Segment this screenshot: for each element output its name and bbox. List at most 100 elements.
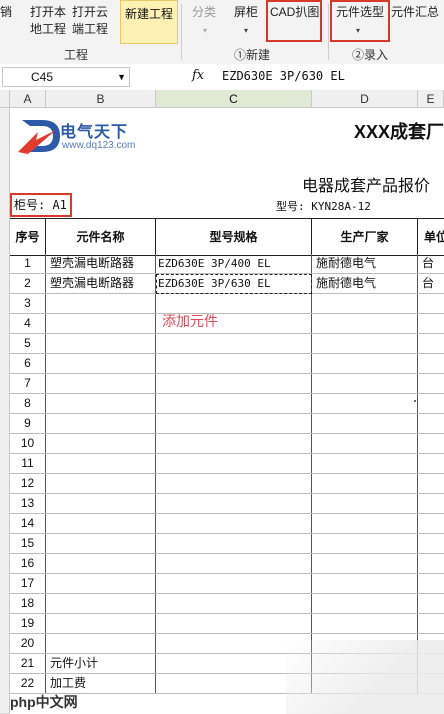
row-number[interactable]: 7 [10, 374, 46, 393]
component-unit[interactable] [418, 534, 444, 553]
row-number[interactable]: 16 [10, 554, 46, 573]
ribbon-button-partial[interactable]: 销 [0, 4, 12, 21]
column-header-a[interactable]: A [10, 90, 46, 108]
row-number[interactable]: 18 [10, 594, 46, 613]
component-name[interactable]: 元件小计 [46, 654, 156, 673]
row-number[interactable]: 3 [10, 294, 46, 313]
component-unit[interactable] [418, 434, 444, 453]
row-number[interactable]: 11 [10, 454, 46, 473]
component-spec[interactable] [156, 414, 312, 433]
row-number[interactable]: 4 [10, 314, 46, 333]
component-unit[interactable]: 台 [418, 274, 444, 293]
row-number[interactable]: 21 [10, 654, 46, 673]
component-unit[interactable] [418, 294, 444, 313]
component-name[interactable] [46, 514, 156, 533]
header-spec[interactable]: 型号规格 [156, 219, 312, 255]
row-number[interactable]: 10 [10, 434, 46, 453]
row-number[interactable]: 9 [10, 414, 46, 433]
component-name[interactable] [46, 354, 156, 373]
component-unit[interactable] [418, 594, 444, 613]
component-maker[interactable] [312, 354, 418, 373]
open-local-project-button[interactable]: 打开本 地工程 [30, 4, 66, 38]
name-box[interactable]: C45 ▼ [2, 67, 130, 87]
component-name[interactable]: 加工费 [46, 674, 156, 693]
component-spec[interactable]: EZD630E 3P/400 EL [156, 254, 312, 273]
row-number[interactable]: 13 [10, 494, 46, 513]
component-spec[interactable] [156, 614, 312, 633]
row-number[interactable]: 6 [10, 354, 46, 373]
component-name[interactable]: 塑壳漏电断路器 [46, 254, 156, 273]
component-spec[interactable] [156, 374, 312, 393]
component-unit[interactable] [418, 514, 444, 533]
component-spec[interactable] [156, 554, 312, 573]
component-unit[interactable] [418, 354, 444, 373]
component-maker[interactable] [312, 594, 418, 613]
component-maker[interactable] [312, 474, 418, 493]
add-component-hint[interactable]: 添加元件 [162, 311, 218, 331]
row-number[interactable]: 8 [10, 394, 46, 413]
row-number[interactable]: 19 [10, 614, 46, 633]
row-number[interactable]: 12 [10, 474, 46, 493]
row-number[interactable]: 15 [10, 534, 46, 553]
component-spec[interactable] [156, 514, 312, 533]
component-maker[interactable] [312, 374, 418, 393]
column-header-e[interactable]: E [418, 90, 444, 108]
component-name[interactable] [46, 554, 156, 573]
component-maker[interactable] [312, 434, 418, 453]
column-header-b[interactable]: B [46, 90, 156, 108]
component-name[interactable] [46, 434, 156, 453]
component-spec[interactable] [156, 494, 312, 513]
component-name[interactable] [46, 414, 156, 433]
component-name[interactable] [46, 454, 156, 473]
component-unit[interactable]: 台 [418, 254, 444, 273]
component-spec[interactable] [156, 434, 312, 453]
component-maker[interactable] [312, 574, 418, 593]
component-spec[interactable] [156, 594, 312, 613]
component-unit[interactable] [418, 314, 444, 333]
select-all-corner[interactable] [0, 90, 10, 108]
component-maker[interactable]: 施耐德电气 [312, 274, 418, 293]
component-unit[interactable] [418, 374, 444, 393]
component-unit[interactable] [418, 574, 444, 593]
row-number[interactable]: 14 [10, 514, 46, 533]
cabinet-button[interactable]: 屏柜 [234, 4, 258, 21]
component-name[interactable] [46, 314, 156, 333]
component-name[interactable] [46, 614, 156, 633]
row-number[interactable]: 22 [10, 674, 46, 693]
component-name[interactable] [46, 534, 156, 553]
component-maker[interactable]: 施耐德电气 [312, 254, 418, 273]
component-unit[interactable] [418, 454, 444, 473]
component-spec[interactable] [156, 334, 312, 353]
component-unit[interactable] [418, 334, 444, 353]
component-unit[interactable] [418, 394, 444, 413]
header-name[interactable]: 元件名称 [46, 219, 156, 255]
component-unit[interactable] [418, 474, 444, 493]
category-button[interactable]: 分类 [192, 4, 216, 21]
open-cloud-project-button[interactable]: 打开云 端工程 [72, 4, 108, 38]
component-unit[interactable] [418, 414, 444, 433]
row-number[interactable]: 2 [10, 274, 46, 293]
component-unit[interactable] [418, 554, 444, 573]
component-name[interactable] [46, 334, 156, 353]
component-maker[interactable] [312, 314, 418, 333]
component-name[interactable] [46, 634, 156, 653]
header-unit[interactable]: 单位 [418, 219, 444, 255]
component-spec[interactable] [156, 394, 312, 413]
column-header-c[interactable]: C [156, 90, 312, 108]
header-maker[interactable]: 生产厂家 [312, 219, 418, 255]
component-maker[interactable] [312, 614, 418, 633]
component-name[interactable] [46, 294, 156, 313]
component-name[interactable] [46, 494, 156, 513]
component-name[interactable] [46, 394, 156, 413]
row-number[interactable]: 1 [10, 254, 46, 273]
component-spec[interactable] [156, 454, 312, 473]
chevron-down-icon[interactable]: ▼ [117, 68, 126, 86]
column-header-d[interactable]: D [312, 90, 418, 108]
component-spec[interactable] [156, 574, 312, 593]
header-no[interactable]: 序号 [10, 219, 46, 255]
row-header-strip[interactable] [0, 108, 10, 714]
component-name[interactable] [46, 374, 156, 393]
component-name[interactable] [46, 574, 156, 593]
component-maker[interactable] [312, 554, 418, 573]
component-spec[interactable] [156, 474, 312, 493]
